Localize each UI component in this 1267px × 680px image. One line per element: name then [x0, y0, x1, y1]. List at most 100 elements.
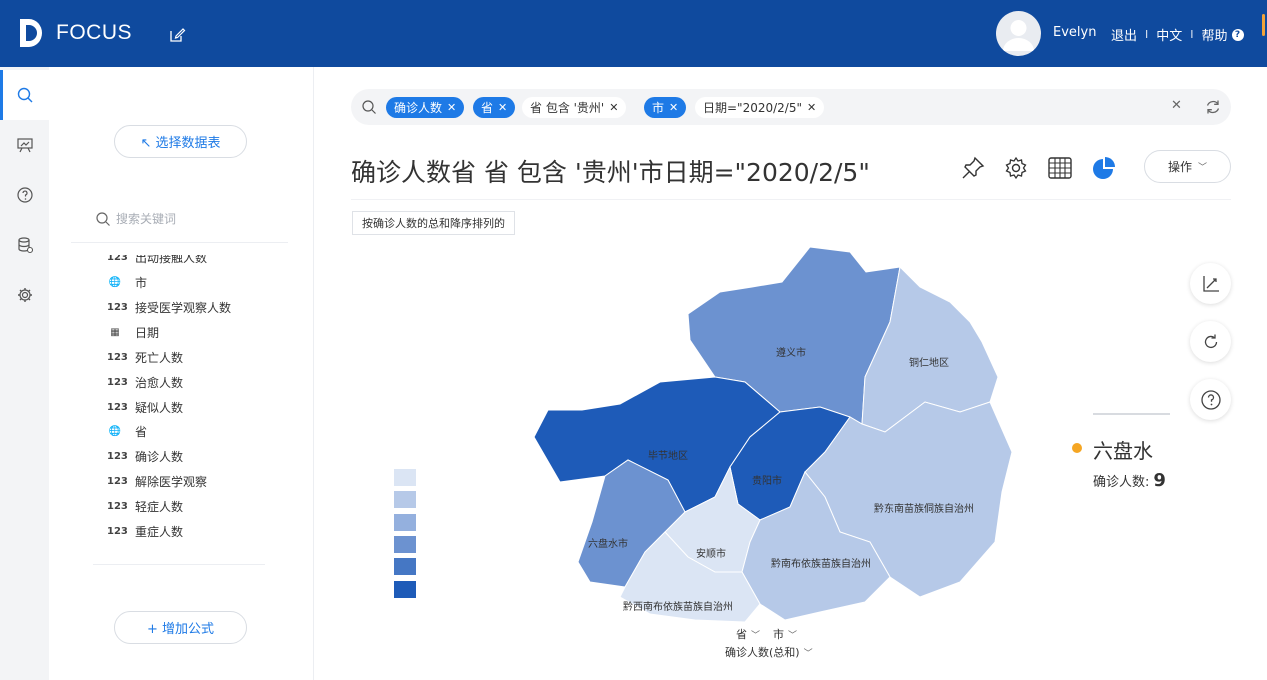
focus-logo[interactable]: FOCUS: [18, 17, 132, 49]
rail-search[interactable]: [0, 70, 49, 120]
rail-settings[interactable]: [0, 270, 49, 320]
field-item[interactable]: 123 疑似人数: [107, 397, 183, 417]
legend-swatch: [394, 581, 416, 598]
pin-icon[interactable]: [960, 155, 986, 181]
tooltip-name: 六盘水: [1093, 439, 1153, 463]
choropleth-map: 遵义市 铜仁地区 毕节地区 贵阳市 黔东南苗族侗族自治州 六盘水市 安顺市 黔南…: [533, 246, 1013, 623]
number-icon: 123: [107, 525, 128, 537]
field-item[interactable]: 🌐 省: [107, 421, 147, 441]
page-title: 确诊人数省 省 包含 '贵州'市日期="2020/2/5": [351, 158, 870, 187]
user-icon: [1003, 20, 1034, 51]
logout-link[interactable]: 退出: [1111, 25, 1137, 44]
avatar[interactable]: [996, 11, 1041, 56]
help-link[interactable]: 帮助: [1202, 25, 1228, 44]
calendar-icon: ▦: [110, 326, 120, 338]
tooltip-divider: [1093, 413, 1170, 415]
province-selector[interactable]: 省 ﹀: [736, 626, 760, 642]
field-item[interactable]: 123 解除医学观察: [107, 471, 207, 491]
tooltip-marker: [1072, 443, 1082, 453]
legend-swatch: [394, 469, 416, 486]
field-item[interactable]: 123 接受医学观察人数: [107, 297, 231, 317]
axis-icon: [1202, 275, 1219, 292]
field-item[interactable]: 123 轻症人数: [107, 496, 183, 516]
region-label: 贵阳市: [752, 474, 782, 487]
field-item[interactable]: 123 死亡人数: [107, 347, 183, 367]
tooltip-metric: 确诊人数: 9: [1093, 470, 1166, 491]
divider: [71, 242, 288, 243]
chevron-down-icon: ﹀: [751, 630, 761, 641]
region-label: 黔东南苗族侗族自治州: [874, 502, 974, 515]
field-search[interactable]: 搜索关键词: [95, 210, 176, 227]
refresh-icon: [1204, 334, 1217, 348]
number-icon: 123: [107, 301, 128, 313]
remove-icon[interactable]: ✕: [498, 101, 507, 114]
number-icon: 123: [107, 450, 128, 462]
token-chip[interactable]: 省 ✕: [473, 97, 516, 118]
icon-rail: [0, 67, 49, 680]
region-label: 黔南布依族苗族自治州: [771, 557, 871, 570]
field-item[interactable]: 🌐 市: [107, 272, 147, 292]
rail-database[interactable]: [0, 220, 49, 270]
region-label: 毕节地区: [648, 449, 688, 462]
divider: I: [1190, 28, 1194, 41]
logo-icon: [20, 19, 42, 47]
globe-icon: 🌐: [108, 276, 122, 288]
field-item[interactable]: 123 确诊人数: [107, 446, 183, 466]
sort-tag[interactable]: 按确诊人数的总和降序排列的: [352, 211, 515, 235]
token-chip[interactable]: 市 ✕: [644, 97, 687, 118]
chevron-down-icon: ﹀: [803, 648, 813, 659]
field-item[interactable]: ▦ 日期: [107, 322, 159, 342]
rail-dashboard[interactable]: [0, 120, 49, 170]
table-icon[interactable]: [1047, 155, 1073, 181]
city-selector[interactable]: 市 ﹀: [773, 626, 797, 642]
legend-swatch: [394, 536, 416, 553]
region-label: 六盘水市: [588, 537, 628, 550]
number-icon: 123: [107, 255, 128, 263]
settings-icon[interactable]: [1003, 155, 1029, 181]
field-item[interactable]: 123 治愈人数: [107, 372, 183, 392]
app-name: FOCUS: [56, 21, 132, 44]
number-icon: 123: [107, 351, 128, 363]
region-label: 安顺市: [696, 547, 726, 560]
legend-swatch: [394, 491, 416, 508]
legend-swatch: [394, 558, 416, 575]
select-table-button[interactable]: ↖ 选择数据表: [114, 125, 247, 158]
search-bar[interactable]: 确诊人数 ✕ 省 ✕ 省 包含 '贵州' ✕ 市 ✕ 日期="2020/2/5" ✕ ✕: [351, 89, 1231, 125]
search-icon: [362, 100, 376, 114]
remove-icon[interactable]: ✕: [447, 101, 456, 114]
token-chip[interactable]: 日期="2020/2/5" ✕: [695, 97, 825, 118]
token-chip[interactable]: 省 包含 '贵州' ✕: [522, 97, 627, 118]
username[interactable]: Evelyn: [1053, 25, 1096, 40]
refresh-button[interactable]: [1190, 321, 1231, 362]
search-icon: [17, 87, 32, 103]
language-link[interactable]: 中文: [1156, 25, 1182, 44]
clear-icon[interactable]: ✕: [1171, 98, 1182, 113]
divider: [93, 564, 265, 565]
operate-button[interactable]: 操作 ﹀: [1144, 150, 1231, 183]
globe-icon: 🌐: [108, 425, 122, 437]
gear-icon: [17, 288, 32, 302]
help-button[interactable]: [1190, 379, 1231, 420]
refresh-icon[interactable]: [1204, 98, 1222, 116]
remove-icon[interactable]: ✕: [609, 101, 618, 114]
region-label: 黔西南布依族苗族自治州: [623, 600, 733, 613]
token-chip[interactable]: 确诊人数 ✕: [386, 97, 465, 118]
pie-chart-icon[interactable]: [1091, 155, 1117, 181]
top-bar: FOCUS Evelyn 退出 I 中文 I 帮助 ?: [0, 0, 1267, 67]
remove-icon[interactable]: ✕: [807, 101, 816, 114]
remove-icon[interactable]: ✕: [669, 101, 678, 114]
edit-icon[interactable]: [168, 26, 186, 44]
help-icon[interactable]: ?: [1231, 28, 1244, 41]
field-item[interactable]: 123 重症人数: [107, 521, 183, 541]
number-icon: 123: [107, 376, 128, 388]
question-icon: [1200, 389, 1221, 410]
chevron-down-icon: ﹀: [788, 630, 798, 641]
axis-button[interactable]: [1190, 263, 1231, 304]
metric-selector[interactable]: 确诊人数(总和) ﹀: [725, 644, 813, 660]
divider: I: [1145, 28, 1149, 41]
rail-help[interactable]: [0, 170, 49, 220]
add-formula-button[interactable]: + 增加公式: [114, 611, 247, 644]
database-icon: [17, 237, 33, 254]
field-item[interactable]: 123 出动接触人数: [107, 255, 207, 267]
number-icon: 123: [107, 475, 128, 487]
